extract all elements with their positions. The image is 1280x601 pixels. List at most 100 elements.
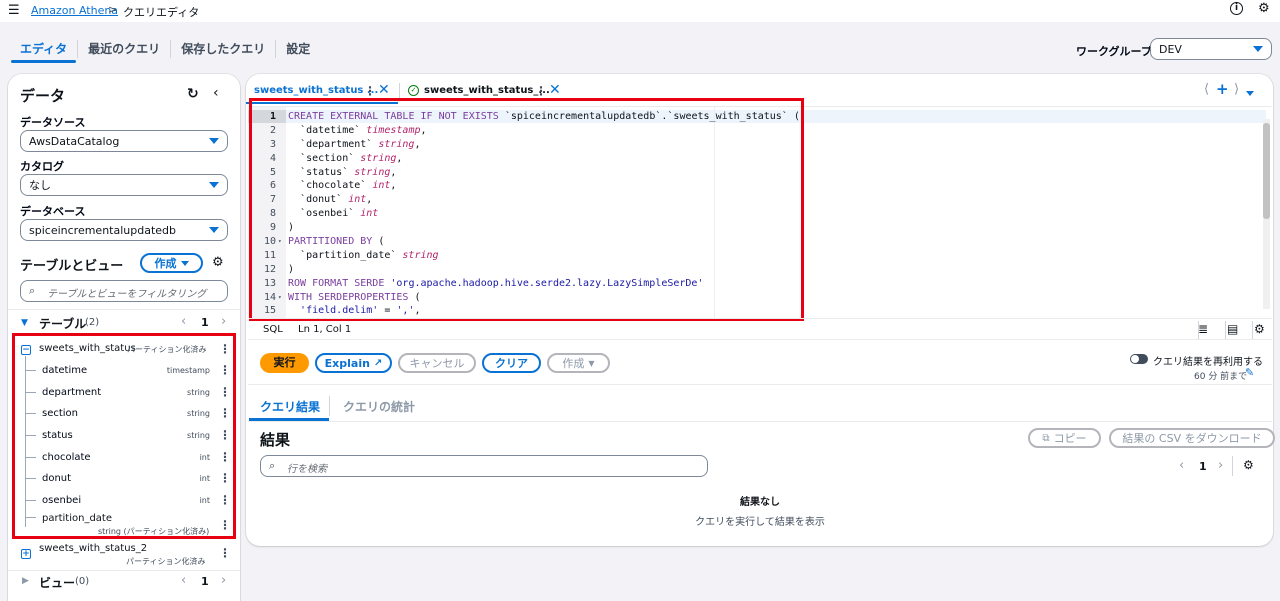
cancel-button[interactable]: キャンセル [398, 353, 476, 373]
views-page-number[interactable]: 1 [201, 575, 209, 588]
breadcrumb-athena-link[interactable]: Amazon Athena [31, 4, 118, 17]
editor-status-bar: SQL Ln 1, Col 1 ≣ ▤ ⚙ [248, 318, 1272, 340]
scrollbar-track[interactable] [1263, 119, 1270, 309]
tab-recent-queries[interactable]: 最近のクエリ [77, 40, 170, 58]
language-indicator: SQL [263, 324, 283, 335]
close-tab-icon[interactable]: ✕ [549, 82, 561, 98]
active-tab-indicator [11, 60, 76, 63]
separator [1225, 321, 1226, 339]
edit-pencil-icon[interactable]: ✎ [1245, 366, 1254, 379]
datasource-label: データソース [20, 116, 86, 129]
breadcrumb-chevron-icon: > [108, 3, 118, 16]
empty-results-title: 結果なし [740, 497, 780, 508]
chevron-down-icon [209, 182, 219, 188]
views-count: (0) [75, 576, 90, 587]
search-icon: ⌕ [29, 284, 36, 297]
settings-gear-icon[interactable]: ⚙ [1258, 1, 1270, 16]
results-search-input[interactable]: ⌕ 行を検索 [260, 455, 708, 477]
data-panel-title: データ [20, 87, 66, 105]
more-options-icon[interactable]: ⋮ [364, 85, 376, 97]
partitioned-badge: パーティション化済み [126, 557, 206, 566]
prev-page-icon[interactable]: ‹ [1179, 458, 1184, 473]
reuse-results-age: 60 分 前まで [1194, 372, 1248, 382]
toggle-knob [1131, 355, 1139, 363]
empty-results: 結果なし クエリを実行して結果を表示 [248, 493, 1272, 528]
scroll-tabs-left-icon[interactable]: ⟨ [1204, 82, 1209, 97]
tables-settings-gear-icon[interactable]: ⚙ [212, 255, 224, 270]
tab-query-stats[interactable]: クエリの統計 [343, 398, 415, 415]
results-search-placeholder: 行を検索 [287, 464, 327, 475]
views-section-label: ビュー [39, 576, 76, 590]
tab-settings[interactable]: 設定 [275, 40, 320, 58]
collapse-panel-icon[interactable]: ‹ [213, 85, 219, 101]
caret-collapsed-icon[interactable]: ▶ [22, 576, 29, 586]
catalog-value: なし [29, 179, 51, 192]
tables-views-title: テーブルとビュー [20, 259, 124, 274]
chevron-down-icon [180, 260, 189, 266]
more-options-icon[interactable]: ⋮ [535, 85, 547, 97]
next-page-icon[interactable]: › [221, 573, 226, 588]
copy-icon: ⧉ [1042, 432, 1050, 444]
cursor-position: Ln 1, Col 1 [298, 324, 352, 335]
tabs-dropdown-icon[interactable] [1246, 85, 1254, 99]
info-icon[interactable]: i [1230, 2, 1243, 15]
top-bar: ☰ Amazon Athena > クエリエディタ i ⚙ [0, 0, 1280, 22]
tables-page-number[interactable]: 1 [201, 316, 209, 329]
success-check-icon: ✓ [408, 85, 419, 96]
tab-separator [329, 396, 330, 416]
divider [248, 421, 1272, 422]
tab-saved-queries[interactable]: 保存したクエリ [170, 40, 275, 58]
create-table-button[interactable]: 作成 [140, 253, 203, 273]
tab-query-results[interactable]: クエリ結果 [260, 398, 320, 415]
create-table-label: 作成 [154, 257, 177, 270]
highlight-box-table [12, 333, 236, 539]
next-page-icon[interactable]: › [1218, 458, 1223, 473]
datasource-select[interactable]: AwsDataCatalog [20, 130, 228, 152]
table-item-sweets-with-status-2[interactable]: + sweets_with_status_2 パーティション化済み ⋮ [14, 541, 232, 567]
more-options-icon[interactable]: ⋮ [219, 547, 231, 559]
database-label: データベース [20, 205, 86, 218]
workgroup-value: DEV [1159, 42, 1182, 56]
database-select[interactable]: spiceincrementalupdatedb [20, 219, 228, 241]
separator [1252, 321, 1253, 339]
refresh-icon[interactable]: ↻ [187, 86, 199, 102]
scrollbar-thumb[interactable] [1263, 123, 1270, 219]
copy-button[interactable]: ⧉ コピー [1028, 428, 1101, 448]
chevron-down-icon [1253, 46, 1263, 52]
next-page-icon[interactable]: › [221, 314, 226, 329]
prev-page-icon[interactable]: ‹ [181, 314, 186, 329]
results-settings-icon[interactable]: ⚙ [1243, 458, 1254, 472]
editor-settings-icon[interactable]: ⚙ [1254, 322, 1265, 336]
results-page-number[interactable]: 1 [1199, 460, 1207, 473]
divider [8, 570, 240, 571]
external-link-icon: ↗ [373, 357, 383, 369]
clear-button[interactable]: クリア [482, 353, 541, 373]
separator [1232, 456, 1233, 476]
keyboard-shortcuts-icon[interactable]: ▤ [1227, 322, 1238, 336]
tab-editor[interactable]: エディタ [10, 40, 77, 58]
format-query-icon[interactable]: ≣ [1198, 322, 1208, 336]
explain-label: Explain [324, 356, 370, 370]
highlight-box-code [249, 98, 804, 321]
divider [248, 384, 1272, 385]
reuse-results-toggle[interactable] [1130, 354, 1148, 364]
caret-expanded-icon[interactable]: ▼ [21, 318, 28, 328]
chevron-down-icon [209, 138, 219, 144]
hamburger-menu-icon[interactable]: ☰ [8, 3, 20, 18]
scroll-tabs-right-icon[interactable]: ⟩ [1234, 82, 1239, 97]
expand-icon[interactable]: + [21, 549, 31, 559]
close-tab-icon[interactable]: ✕ [378, 82, 390, 98]
database-value: spiceincrementalupdatedb [29, 223, 176, 237]
add-tab-icon[interactable]: + [1216, 80, 1229, 98]
divider [8, 309, 240, 310]
explain-button[interactable]: Explain ↗ [315, 353, 392, 373]
breadcrumb-current: クエリエディタ [123, 6, 200, 19]
copy-label: コピー [1053, 432, 1087, 445]
run-button[interactable]: 実行 [260, 353, 309, 373]
workgroup-select[interactable]: DEV [1150, 38, 1272, 60]
prev-page-icon[interactable]: ‹ [181, 573, 186, 588]
table-filter-input[interactable]: ⌕ テーブルとビューをフィルタリング [20, 280, 228, 302]
create-button[interactable]: 作成 ▼ [547, 353, 610, 373]
download-csv-button[interactable]: 結果の CSV をダウンロード [1109, 428, 1275, 448]
catalog-select[interactable]: なし [20, 174, 228, 196]
